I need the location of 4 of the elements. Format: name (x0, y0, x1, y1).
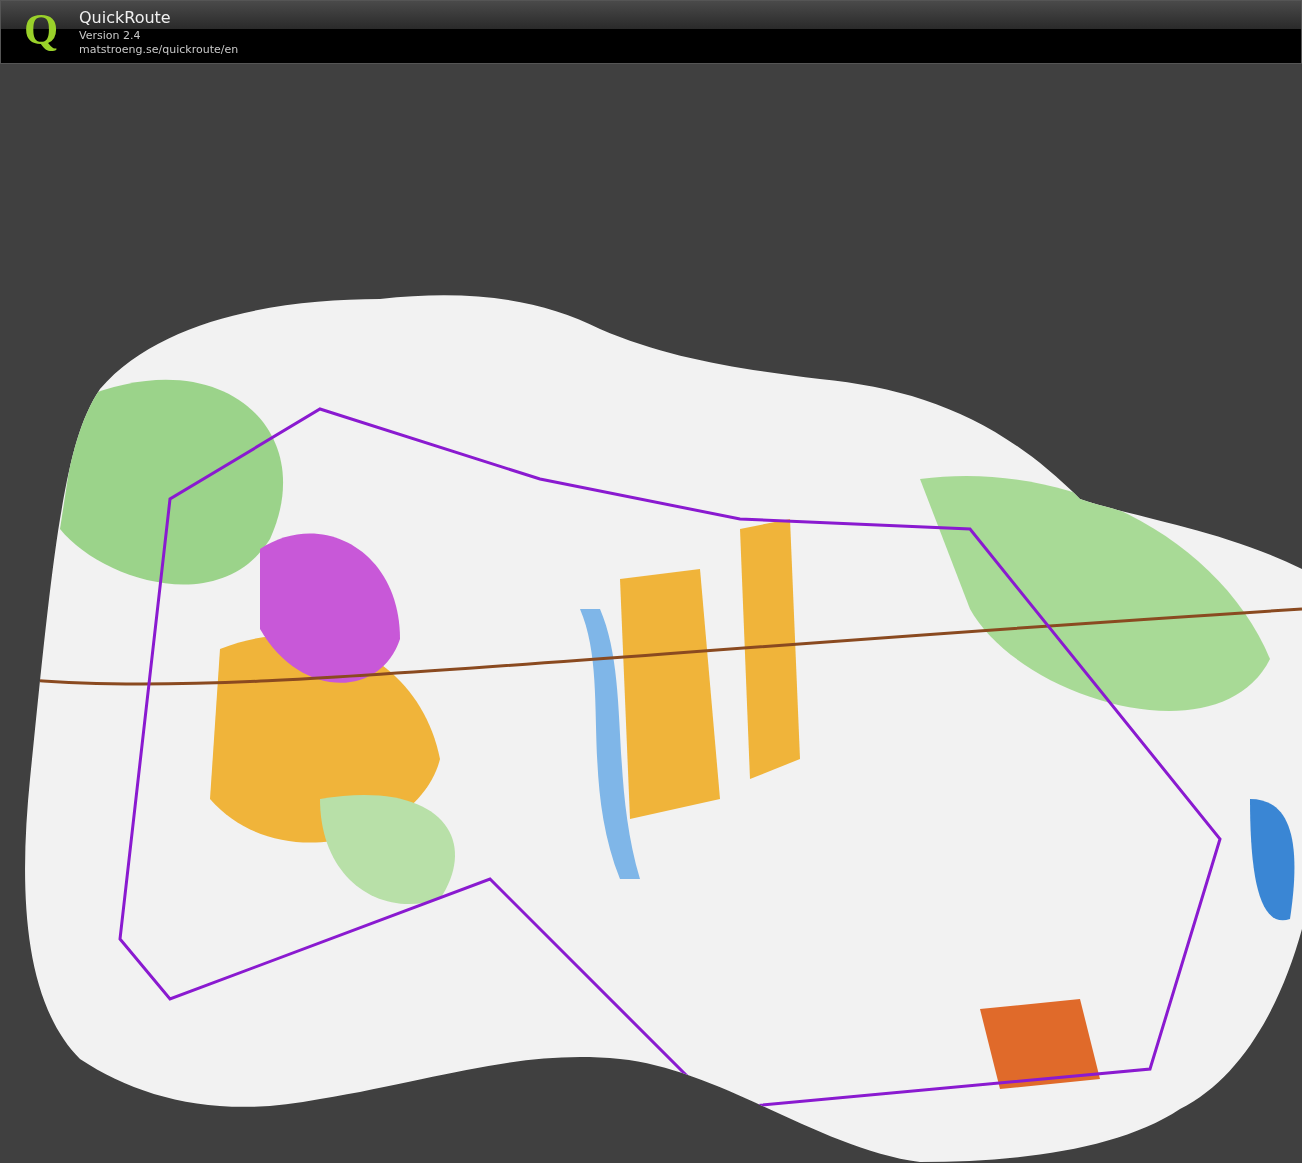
app-logo: Q (22, 4, 60, 56)
website-url: matstroeng.se/quickroute/en (79, 43, 239, 57)
app-title: QuickRoute (79, 8, 172, 28)
version-text: Version 2.4 (79, 29, 142, 43)
